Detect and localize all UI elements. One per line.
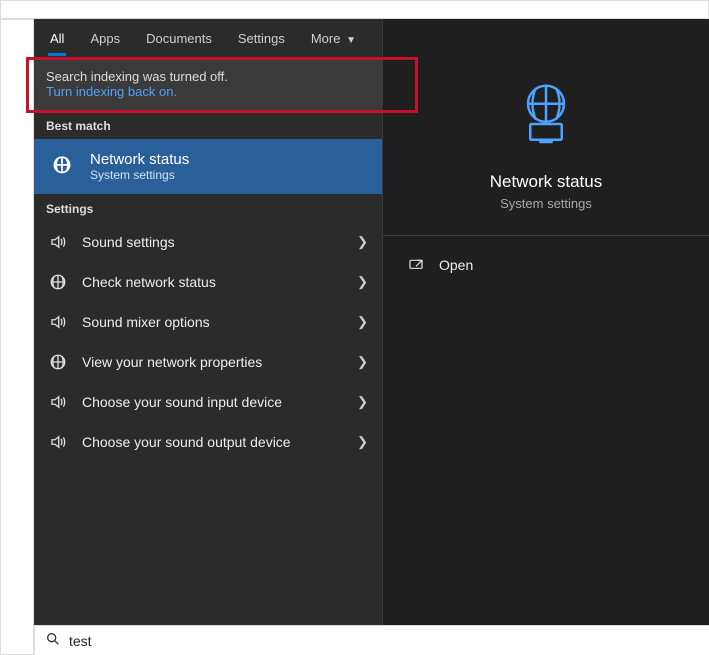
setting-label: View your network properties [82,354,343,370]
setting-check-network-status[interactable]: Check network status ❯ [34,262,382,302]
chevron-right-icon: ❯ [357,234,368,250]
globe-monitor-icon [48,153,76,181]
detail-title: Network status [490,172,602,192]
setting-label: Choose your sound output device [82,434,343,450]
chevron-right-icon: ❯ [357,354,368,370]
setting-label: Check network status [82,274,343,290]
sound-icon [48,392,68,412]
indexing-alert-message: Search indexing was turned off. [46,69,370,84]
left-edge-placeholder [0,19,34,655]
setting-label: Sound mixer options [82,314,343,330]
tab-more-label: More [311,31,341,46]
setting-label: Sound settings [82,234,343,250]
chevron-right-icon: ❯ [357,434,368,450]
tab-apps[interactable]: Apps [88,21,122,56]
setting-sound-settings[interactable]: Sound settings ❯ [34,222,382,262]
turn-indexing-on-link[interactable]: Turn indexing back on. [46,84,370,99]
best-match-header: Best match [34,111,382,139]
details-pane: Network status System settings Open [382,19,709,625]
tab-more[interactable]: More ▼ [309,21,358,56]
best-match-title: Network status [90,151,189,168]
best-match-subtitle: System settings [90,168,189,182]
filter-tabs: All Apps Documents Settings More ▼ [34,19,382,59]
chevron-right-icon: ❯ [357,274,368,290]
title-bar-placeholder [0,0,709,19]
setting-label: Choose your sound input device [82,394,343,410]
sound-icon [48,232,68,252]
open-action[interactable]: Open [401,248,691,282]
globe-icon [48,352,68,372]
indexing-alert: Search indexing was turned off. Turn ind… [34,59,382,111]
open-label: Open [439,257,473,273]
tab-documents[interactable]: Documents [144,21,214,56]
open-icon [407,256,425,274]
search-icon [45,631,61,650]
sound-icon [48,312,68,332]
tab-settings[interactable]: Settings [236,21,287,56]
sound-icon [48,432,68,452]
indexing-alert-wrap: Search indexing was turned off. Turn ind… [34,59,382,111]
search-input[interactable] [69,633,699,649]
chevron-right-icon: ❯ [357,394,368,410]
results-left-pane: All Apps Documents Settings More ▼ Searc… [34,19,382,625]
globe-monitor-icon [510,79,582,154]
setting-sound-mixer[interactable]: Sound mixer options ❯ [34,302,382,342]
detail-subtitle: System settings [500,196,592,211]
setting-sound-input-device[interactable]: Choose your sound input device ❯ [34,382,382,422]
search-results-panel: All Apps Documents Settings More ▼ Searc… [34,19,709,625]
search-bar[interactable] [34,625,709,655]
best-match-item[interactable]: Network status System settings [34,139,382,194]
detail-actions: Open [383,236,709,294]
chevron-right-icon: ❯ [357,314,368,330]
globe-icon [48,272,68,292]
settings-header: Settings [34,194,382,222]
chevron-down-icon: ▼ [346,35,356,46]
setting-view-network-properties[interactable]: View your network properties ❯ [34,342,382,382]
setting-sound-output-device[interactable]: Choose your sound output device ❯ [34,422,382,462]
tab-all[interactable]: All [48,21,66,56]
